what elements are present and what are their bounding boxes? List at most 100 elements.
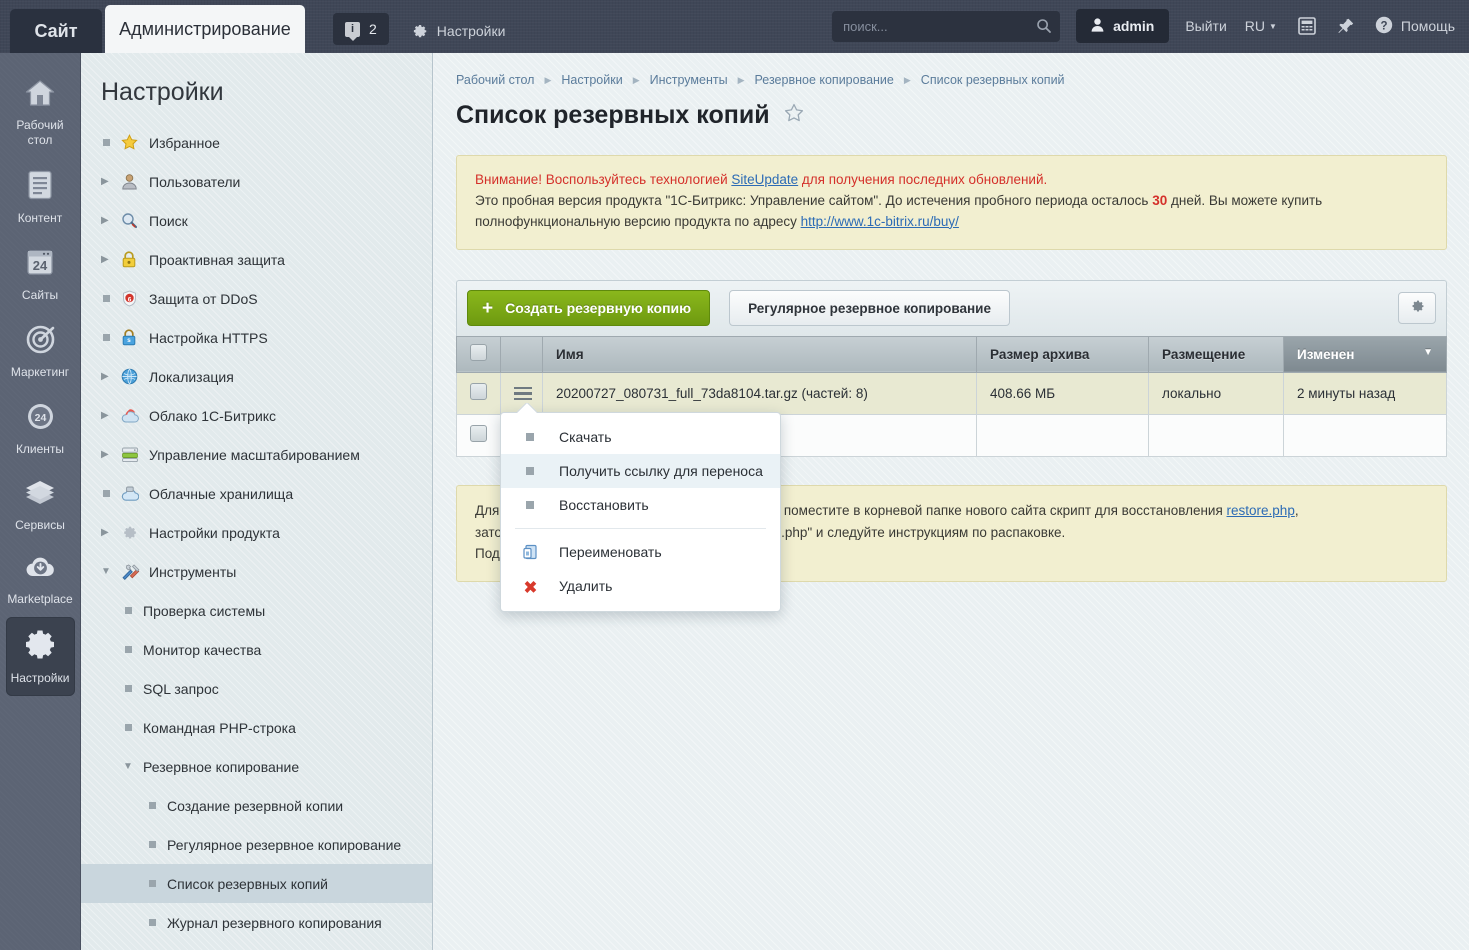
page-title-row: Список резервных копий: [434, 87, 1469, 130]
sidebar-item-15[interactable]: Командная PHP-строка: [81, 708, 432, 747]
cloud-blue-icon: [121, 486, 149, 502]
sidebar-item-11[interactable]: ▼ Инструменты: [81, 552, 432, 591]
sidebar-item-1[interactable]: ▶ Пользователи: [81, 162, 432, 201]
tab-site[interactable]: Сайт: [10, 9, 102, 53]
context-menu-item-1[interactable]: Получить ссылку для переноса: [501, 454, 780, 488]
row-select-cell[interactable]: [456, 371, 501, 415]
badge-24-icon: 24: [26, 402, 55, 435]
sidebar-item-12[interactable]: Проверка системы: [81, 591, 432, 630]
rail-item-content[interactable]: Контент: [6, 158, 75, 236]
chevron-right-icon[interactable]: ▶: [101, 254, 121, 265]
sidebar-item-7[interactable]: ▶ Облако 1С-Битрикс: [81, 396, 432, 435]
breadcrumb-separator-icon: ▶: [737, 74, 745, 85]
pin-icon[interactable]: [1337, 17, 1355, 35]
restore-php-link[interactable]: restore.php: [1227, 503, 1295, 518]
tab-administration[interactable]: Администрирование: [105, 5, 305, 53]
target-icon: [26, 325, 55, 358]
siteupdate-link[interactable]: SiteUpdate: [731, 172, 798, 187]
column-header-changed[interactable]: Изменен ▼: [1283, 335, 1447, 373]
column-header-size[interactable]: Размер архива: [976, 335, 1149, 373]
sidebar-item-label: Монитор качества: [143, 641, 262, 658]
info-p1-c: ,: [1294, 502, 1299, 518]
grid-settings-button[interactable]: [1398, 292, 1436, 325]
sidebar-item-13[interactable]: Монитор качества: [81, 630, 432, 669]
rail-label: Клиенты: [15, 442, 65, 456]
sidebar-item-10[interactable]: ▶ Настройки продукта: [81, 513, 432, 552]
row-checkbox[interactable]: [470, 383, 487, 401]
rail-item-services[interactable]: Сервисы: [6, 467, 75, 543]
search-input[interactable]: [832, 10, 1061, 42]
sidebar-item-20[interactable]: Журнал резервного копирования: [81, 903, 432, 942]
create-backup-button[interactable]: + Создать резервную копию: [467, 290, 711, 327]
row-select-cell[interactable]: [456, 413, 501, 457]
sidebar-item-14[interactable]: SQL запрос: [81, 669, 432, 708]
regular-backup-button[interactable]: Регулярное резервное копирование: [729, 290, 1010, 327]
breadcrumb-item-2[interactable]: Инструменты: [650, 73, 728, 87]
chevron-right-icon[interactable]: ▶: [101, 176, 121, 187]
buy-link[interactable]: http://www.1c-bitrix.ru/buy/: [801, 214, 959, 229]
sidebar-item-0[interactable]: Избранное: [81, 123, 432, 162]
bullet-icon: [123, 724, 143, 731]
context-menu-item-0[interactable]: Скачать: [501, 420, 780, 454]
composite-panel-icon[interactable]: [1297, 17, 1317, 35]
bullet-icon: [123, 646, 143, 653]
chevron-right-icon[interactable]: ▶: [101, 449, 121, 460]
bullet-icon: [147, 841, 167, 848]
chevron-right-icon[interactable]: ▶: [101, 527, 121, 538]
help-button[interactable]: ? Помощь: [1375, 16, 1455, 37]
sidebar-item-6[interactable]: ▶ Локализация: [81, 357, 432, 396]
select-all-header[interactable]: [456, 335, 501, 373]
logout-link[interactable]: Выйти: [1185, 18, 1226, 34]
row-name-cell: 20200727_080731_full_73da8104.tar.gz (ча…: [542, 371, 977, 415]
rail-item-desktop[interactable]: Рабочий стол: [6, 67, 75, 158]
sidebar-item-2[interactable]: ▶ Поиск: [81, 201, 432, 240]
sidebar-item-8[interactable]: ▶ Управление масштабированием: [81, 435, 432, 474]
sidebar-item-3[interactable]: ▶ Проактивная защита: [81, 240, 432, 279]
star-outline-icon[interactable]: [784, 103, 804, 128]
breadcrumb-item-1[interactable]: Настройки: [561, 73, 622, 87]
row-actions-menu-icon[interactable]: [514, 386, 532, 401]
sidebar-item-4[interactable]: 6 Защита от DDoS: [81, 279, 432, 318]
rail-item-clients[interactable]: 24 Клиенты: [6, 390, 75, 467]
header-settings-button[interactable]: Настройки: [411, 22, 505, 39]
sidebar-item-17[interactable]: Создание резервной копии: [81, 786, 432, 825]
notifications-counter-button[interactable]: i 2: [333, 13, 389, 45]
chevron-right-icon[interactable]: ▶: [101, 371, 121, 382]
select-all-checkbox[interactable]: [470, 344, 487, 362]
context-menu-caret: [517, 403, 537, 413]
sidebar-item-5[interactable]: s Настройка HTTPS: [81, 318, 432, 357]
lock-blue-icon: s: [121, 329, 149, 346]
rename-icon: [517, 543, 559, 561]
chevron-down-icon[interactable]: ▼: [101, 566, 121, 577]
user-menu-button[interactable]: admin: [1076, 9, 1170, 43]
context-menu-item-2[interactable]: Восстановить: [501, 488, 780, 522]
breadcrumb-item-3[interactable]: Резервное копирование: [754, 73, 893, 87]
sidebar-item-9[interactable]: Облачные хранилища: [81, 474, 432, 513]
trial-warning-box: Внимание! Воспользуйтесь технологией Sit…: [456, 155, 1447, 250]
chevron-right-icon[interactable]: ▶: [101, 215, 121, 226]
sidebar-item-18[interactable]: Регулярное резервное копирование: [81, 825, 432, 864]
rail-item-sites[interactable]: 24 Сайты: [6, 236, 75, 313]
sidebar-item-label: Управление масштабированием: [149, 446, 360, 463]
breadcrumb-item-4[interactable]: Список резервных копий: [921, 73, 1065, 87]
sidebar-item-16[interactable]: ▼ Резервное копирование: [81, 747, 432, 786]
column-header-name[interactable]: Имя: [542, 335, 977, 373]
context-menu-item-4[interactable]: Удалить: [501, 569, 780, 603]
chevron-right-icon[interactable]: ▶: [101, 410, 121, 421]
table-row[interactable]: 20200727_080731_full_73da8104.tar.gz (ча…: [456, 371, 1447, 415]
row-checkbox[interactable]: [470, 425, 487, 443]
language-switcher[interactable]: RU ▼: [1245, 18, 1277, 34]
bullet-icon: [101, 490, 121, 497]
chevron-down-icon[interactable]: ▼: [123, 761, 143, 772]
rail-item-marketplace[interactable]: Marketplace: [6, 543, 75, 617]
breadcrumb-item-0[interactable]: Рабочий стол: [456, 73, 534, 87]
search-icon[interactable]: [1036, 18, 1052, 39]
search-box[interactable]: [832, 10, 1061, 42]
context-menu-item-3[interactable]: Переименовать: [501, 535, 780, 569]
sidebar-item-label: Облачные хранилища: [149, 485, 294, 502]
breadcrumb-separator-icon: ▶: [903, 74, 911, 85]
rail-item-settings[interactable]: Настройки: [5, 617, 75, 696]
column-header-location[interactable]: Размещение: [1148, 335, 1284, 373]
sidebar-item-19[interactable]: Список резервных копий: [81, 864, 432, 903]
rail-item-marketing[interactable]: Маркетинг: [6, 313, 75, 390]
